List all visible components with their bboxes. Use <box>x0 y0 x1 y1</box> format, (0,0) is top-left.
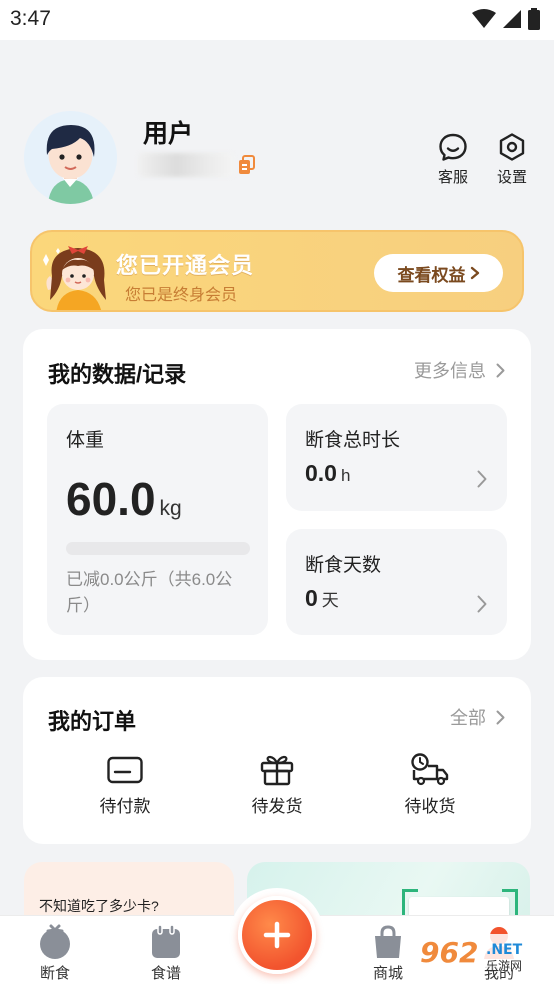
all-orders-link[interactable]: 全部 <box>450 704 505 730</box>
svg-text:乐游网: 乐游网 <box>486 959 522 973</box>
status-icons <box>472 8 540 30</box>
nav-recipes[interactable]: 食谱 <box>126 924 206 983</box>
data-card-title: 我的数据/记录 <box>48 362 187 387</box>
watermark-logo: 962 .NET 乐游网 <box>414 934 542 973</box>
view-benefits-label: 查看权益 <box>397 265 466 285</box>
member-girl-illustration <box>43 246 106 310</box>
chevron-right-icon <box>477 595 487 613</box>
fasting-total-tile[interactable]: 断食总时长 0.0 h <box>286 404 507 511</box>
status-time: 3:47 <box>10 7 51 30</box>
fasting-days-label: 断食天数 <box>305 555 382 576</box>
wifi-icon <box>472 9 496 28</box>
order-pending-payment[interactable]: 待付款 <box>85 752 165 817</box>
fasting-total-unit: h <box>340 466 351 485</box>
chevron-right-icon <box>470 266 479 280</box>
svg-text:962: 962 <box>420 936 478 969</box>
svg-text:.NET: .NET <box>486 942 523 958</box>
tomato-icon <box>40 924 70 959</box>
more-info-label: 更多信息 <box>414 361 486 381</box>
more-info-link[interactable]: 更多信息 <box>414 357 505 383</box>
orders-card-title: 我的订单 <box>48 709 137 734</box>
username: 用户 <box>143 120 194 148</box>
card-icon <box>107 756 143 784</box>
weight-value: 60.0 <box>66 473 156 525</box>
member-title: 您已开通会员 <box>116 253 255 278</box>
chat-bubble-icon <box>439 133 467 161</box>
fasting-total-value-row: 0.0 h <box>305 460 350 487</box>
pending-shipment-label: 待发货 <box>251 797 303 816</box>
data-records-card: 我的数据/记录 更多信息 体重 60.0 kg 已减0.0公斤（共6.0公斤） 断… <box>23 329 531 660</box>
copy-icon[interactable] <box>238 155 256 175</box>
fasting-total-value: 0.0 <box>305 460 337 486</box>
gift-icon <box>260 755 294 786</box>
pending-receipt-label: 待收货 <box>404 797 456 816</box>
fasting-days-value: 0 <box>305 585 318 611</box>
weight-tile[interactable]: 体重 60.0 kg 已减0.0公斤（共6.0公斤） <box>47 404 268 635</box>
settings-label: 设置 <box>496 169 527 186</box>
member-subtitle: 您已是终身会员 <box>125 287 238 304</box>
weight-value-row: 60.0 kg <box>66 472 182 526</box>
nav-recipes-label: 食谱 <box>150 965 181 982</box>
order-pending-shipment[interactable]: 待发货 <box>237 752 317 817</box>
calorie-promo-text: 不知道吃了多少卡? <box>39 898 159 914</box>
weight-label: 体重 <box>66 430 105 451</box>
pending-payment-label: 待付款 <box>99 797 151 816</box>
settings-button[interactable]: 设置 <box>482 132 542 187</box>
view-benefits-button[interactable]: 查看权益 <box>374 254 503 292</box>
member-banner[interactable]: 您已开通会员 您已是终身会员 查看权益 <box>30 230 524 312</box>
avatar[interactable] <box>24 111 117 204</box>
chevron-right-icon <box>477 470 487 488</box>
recipe-book-icon <box>152 924 180 958</box>
chevron-right-icon <box>496 710 505 724</box>
fasting-total-label: 断食总时长 <box>305 430 401 451</box>
fasting-days-tile[interactable]: 断食天数 0天 <box>286 529 507 635</box>
battery-icon <box>528 8 540 30</box>
nav-fasting[interactable]: 断食 <box>15 924 95 983</box>
weight-progress-bar <box>66 542 250 555</box>
user-id-redacted <box>138 153 234 177</box>
weight-note: 已减0.0公斤（共6.0公斤） <box>66 570 233 615</box>
settings-hexagon-icon <box>499 133 525 161</box>
customer-service-button[interactable]: 客服 <box>423 132 483 187</box>
avatar-illustration <box>24 111 117 204</box>
add-button[interactable] <box>238 896 316 974</box>
plus-icon <box>263 921 291 949</box>
delivery-truck-icon <box>411 753 449 786</box>
signal-icon <box>503 10 521 28</box>
all-orders-label: 全部 <box>450 708 486 728</box>
chevron-right-icon <box>496 363 505 377</box>
shopping-bag-icon <box>375 925 401 958</box>
customer-service-label: 客服 <box>437 169 468 186</box>
weight-unit: kg <box>159 497 182 520</box>
order-pending-receipt[interactable]: 待收货 <box>390 752 470 817</box>
nav-fasting-label: 断食 <box>39 965 70 982</box>
status-bar: 3:47 <box>0 0 554 40</box>
fasting-days-value-row: 0天 <box>305 585 339 612</box>
fasting-days-unit: 天 <box>321 591 339 610</box>
